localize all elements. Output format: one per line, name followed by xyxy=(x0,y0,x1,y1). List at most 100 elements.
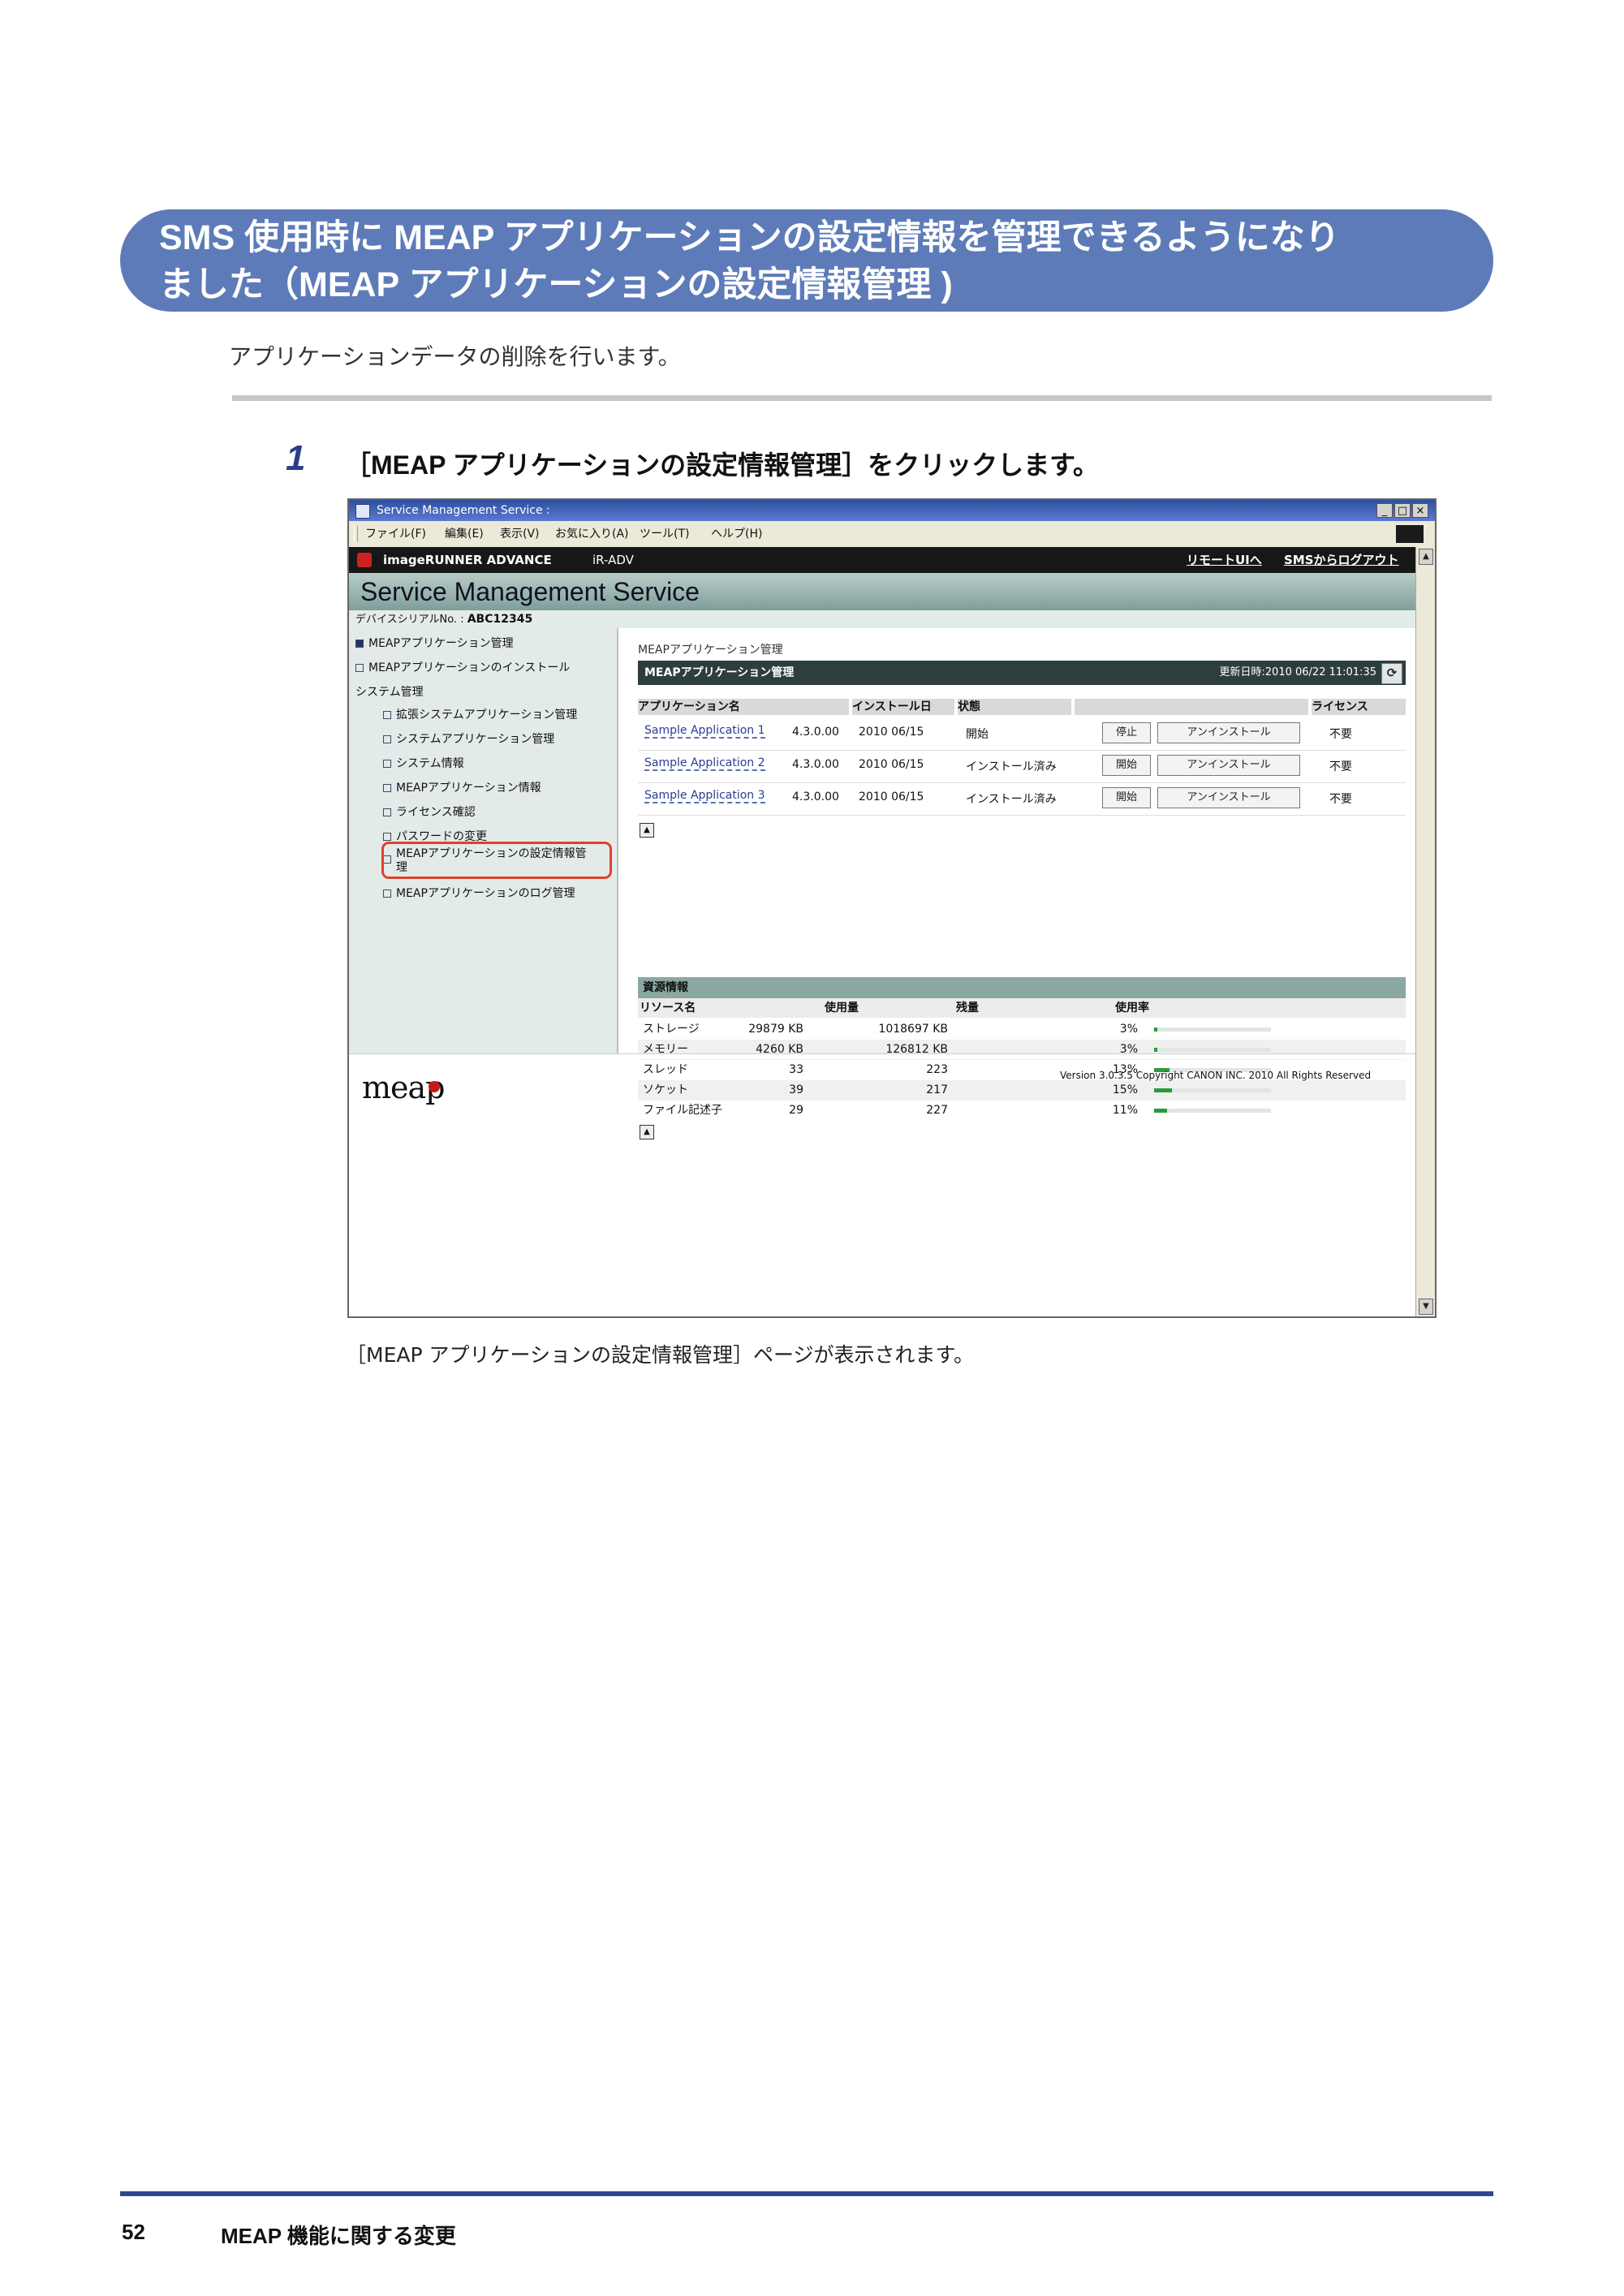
menu-file[interactable]: ファイル(F) xyxy=(365,521,426,547)
browser-icon xyxy=(355,504,370,519)
table-row: Sample Application 2 4.3.0.00 2010 06/15… xyxy=(638,750,1406,783)
menu-edit[interactable]: 編集(E) xyxy=(445,521,484,547)
bullet-icon xyxy=(383,760,391,768)
scroll-up-icon[interactable]: ▲ xyxy=(1419,549,1433,565)
serial-label: デバイスシリアルNo. : xyxy=(355,614,464,626)
start-button[interactable]: 開始 xyxy=(1102,787,1151,808)
resource-rate: 11% xyxy=(1112,1104,1138,1117)
resource-row: ソケット 39 217 15% xyxy=(638,1080,1406,1101)
caption: ［MEAP アプリケーションの設定情報管理］ページが表示されます。 xyxy=(346,1343,974,1367)
minimize-button[interactable]: _ xyxy=(1376,503,1393,518)
app-date: 2010 06/15 xyxy=(859,758,924,771)
resource-name: ソケット xyxy=(643,1083,688,1096)
app-status: 開始 xyxy=(966,728,989,741)
scroll-down-icon[interactable]: ▼ xyxy=(1419,1299,1433,1315)
sidebar-item-label: 拡張システムアプリケーション管理 xyxy=(396,709,578,722)
res-col-name: リソース名 xyxy=(640,1002,696,1014)
uninstall-button[interactable]: アンインストール xyxy=(1157,755,1300,776)
menu-favorites[interactable]: お気に入り(A) xyxy=(555,521,629,547)
maximize-button[interactable]: □ xyxy=(1394,503,1411,518)
sidebar-item-meap-apps[interactable]: MEAPアプリケーション管理 xyxy=(355,635,514,651)
resource-rate: 15% xyxy=(1112,1083,1138,1096)
uninstall-button[interactable]: アンインストール xyxy=(1157,722,1300,743)
app-link[interactable]: Sample Application 1 xyxy=(644,724,765,739)
resource-remaining: 217 xyxy=(926,1083,948,1096)
usage-bar-fill xyxy=(1154,1027,1157,1032)
resources-header-title: 資源情報 xyxy=(643,981,688,994)
close-button[interactable]: × xyxy=(1412,503,1428,518)
serial-number: ABC12345 xyxy=(467,613,533,626)
section-header: MEAPアプリケーション管理 更新日時:2010 06/22 11:01:35 … xyxy=(638,661,1406,685)
footer-rule xyxy=(120,2191,1493,2196)
bullet-icon xyxy=(355,640,364,648)
stop-button[interactable]: 停止 xyxy=(1102,722,1151,743)
start-button[interactable]: 開始 xyxy=(1102,755,1151,776)
sidebar-item-label: システムアプリケーション管理 xyxy=(396,733,555,746)
bullet-icon xyxy=(383,735,391,743)
sidebar-item-meap-info[interactable]: MEAPアプリケーション情報 xyxy=(383,779,541,795)
usage-bar-fill xyxy=(1154,1109,1167,1113)
app-link[interactable]: Sample Application 3 xyxy=(644,789,765,803)
usage-bar-track xyxy=(1154,1109,1271,1113)
usage-bar-track xyxy=(1154,1027,1271,1032)
uninstall-button[interactable]: アンインストール xyxy=(1157,787,1300,808)
windows-logo-icon xyxy=(1396,525,1424,543)
sidebar-item-label: ライセンス確認 xyxy=(396,806,476,819)
sidebar-item-label: MEAPアプリケーション情報 xyxy=(396,782,541,795)
app-status: インストール済み xyxy=(966,760,1057,773)
service-title-bar: Service Management Service xyxy=(349,573,1415,610)
sidebar-item-system-apps[interactable]: システムアプリケーション管理 xyxy=(383,730,554,747)
resource-used: 33 xyxy=(789,1063,803,1076)
col-app-name: アプリケーション名 xyxy=(638,699,849,715)
resource-rate: 3% xyxy=(1119,1023,1138,1036)
version-text: Version 3.0.3.5 Copyright CANON INC. 201… xyxy=(1060,1070,1372,1081)
sidebar-item-license[interactable]: ライセンス確認 xyxy=(383,803,476,820)
serial-line: デバイスシリアルNo. : ABC12345 xyxy=(355,610,532,629)
model-name: iR-ADV xyxy=(592,553,634,567)
sidebar-item-label: MEAPアプリケーション管理 xyxy=(368,637,514,650)
divider xyxy=(232,395,1492,401)
sidebar-item-label: システム情報 xyxy=(396,757,464,770)
usage-bar-fill xyxy=(1154,1048,1157,1052)
sidebar-item-install[interactable]: MEAPアプリケーションのインストール xyxy=(355,659,570,675)
menu-view[interactable]: 表示(V) xyxy=(500,521,540,547)
bullet-icon xyxy=(383,833,391,841)
sidebar-section-system: システム管理 xyxy=(355,686,424,699)
menu-tools[interactable]: ツール(T) xyxy=(640,521,689,547)
bullet-icon xyxy=(383,890,391,898)
sidebar: MEAPアプリケーション管理 MEAPアプリケーションのインストール システム管… xyxy=(349,628,618,1053)
page-top-icon[interactable]: ▲ xyxy=(640,1125,654,1139)
breadcrumb: MEAPアプリケーション管理 xyxy=(638,644,783,657)
app-status: インストール済み xyxy=(966,793,1057,806)
page-top-icon[interactable]: ▲ xyxy=(640,823,654,838)
window-title: Service Management Service : xyxy=(377,504,550,517)
vertical-scrollbar[interactable]: ▲ ▼ xyxy=(1415,547,1435,1316)
resource-name: ストレージ xyxy=(643,1023,700,1036)
sidebar-item-system-info[interactable]: システム情報 xyxy=(383,755,464,771)
refresh-icon[interactable]: ⟳ xyxy=(1381,663,1402,684)
resource-remaining: 227 xyxy=(926,1104,948,1117)
usage-bar-track xyxy=(1154,1088,1271,1092)
resource-name: スレッド xyxy=(643,1063,688,1076)
resource-used: 29 xyxy=(789,1104,803,1117)
col-status: 状態 xyxy=(958,699,1071,715)
footer-divider xyxy=(349,1053,1415,1059)
usage-bar-track xyxy=(1154,1048,1271,1052)
app-link[interactable]: Sample Application 2 xyxy=(644,756,765,771)
step-number: 1 xyxy=(286,438,306,478)
product-bar: imageRUNNER ADVANCE iR-ADV リモートUIへ SMSから… xyxy=(349,547,1415,573)
sidebar-item-ext-system[interactable]: 拡張システムアプリケーション管理 xyxy=(383,706,577,722)
menu-help[interactable]: ヘルプ(H) xyxy=(711,521,762,547)
bullet-icon xyxy=(355,664,364,672)
sidebar-item-log[interactable]: MEAPアプリケーションのログ管理 xyxy=(383,885,575,901)
resource-row: ストレージ 29879 KB 1018697 KB 3% xyxy=(638,1019,1406,1040)
service-title: Service Management Service xyxy=(360,577,700,606)
sidebar-item-label: MEAPアプリケーションのインストール xyxy=(368,661,571,674)
remote-ui-link[interactable]: リモートUIへ xyxy=(1187,547,1262,573)
logout-link[interactable]: SMSからログアウト xyxy=(1284,547,1399,573)
resources-header: 資源情報 xyxy=(638,977,1406,998)
section-header-title: MEAPアプリケーション管理 xyxy=(644,666,795,679)
resource-remaining: 1018697 KB xyxy=(878,1023,948,1036)
main-content: MEAPアプリケーション管理 MEAPアプリケーション管理 更新日時:2010 … xyxy=(630,628,1411,1139)
resource-used: 39 xyxy=(789,1083,803,1096)
